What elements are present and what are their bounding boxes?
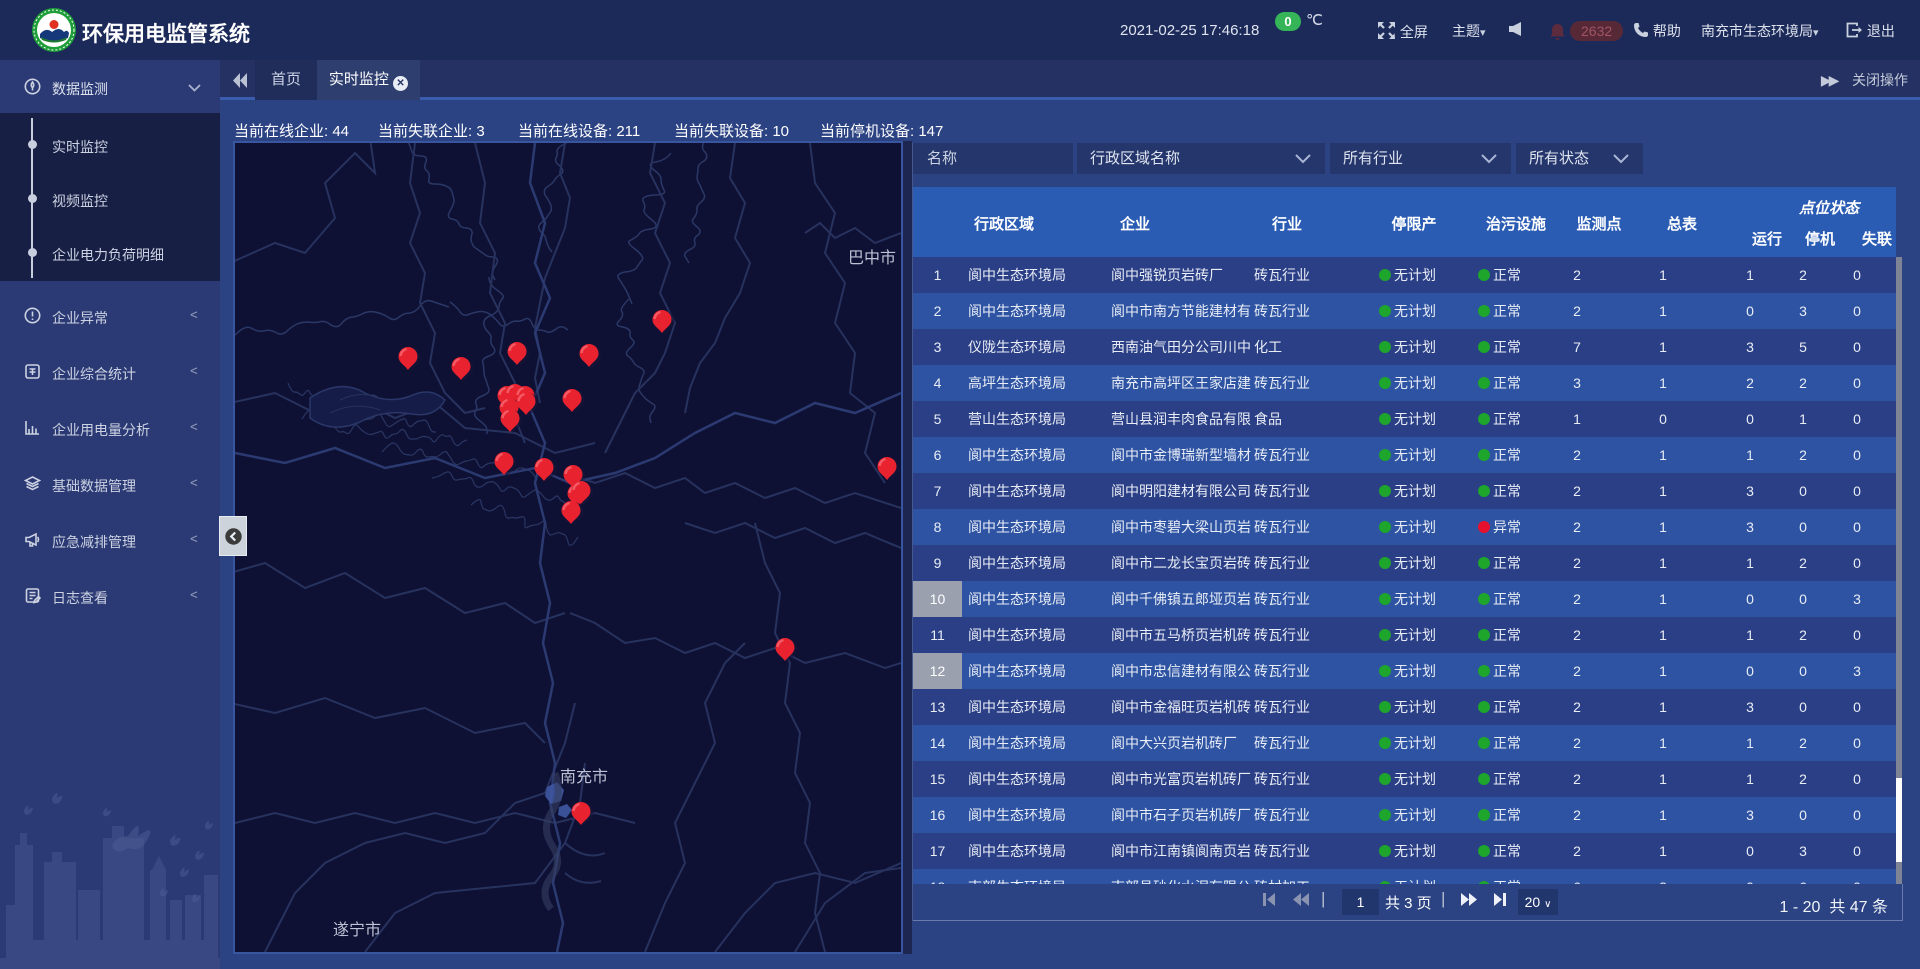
svg-text:遂宁市: 遂宁市	[333, 921, 381, 939]
svg-text:南充市: 南充市	[560, 768, 608, 786]
svg-text:巴中市: 巴中市	[848, 249, 896, 267]
